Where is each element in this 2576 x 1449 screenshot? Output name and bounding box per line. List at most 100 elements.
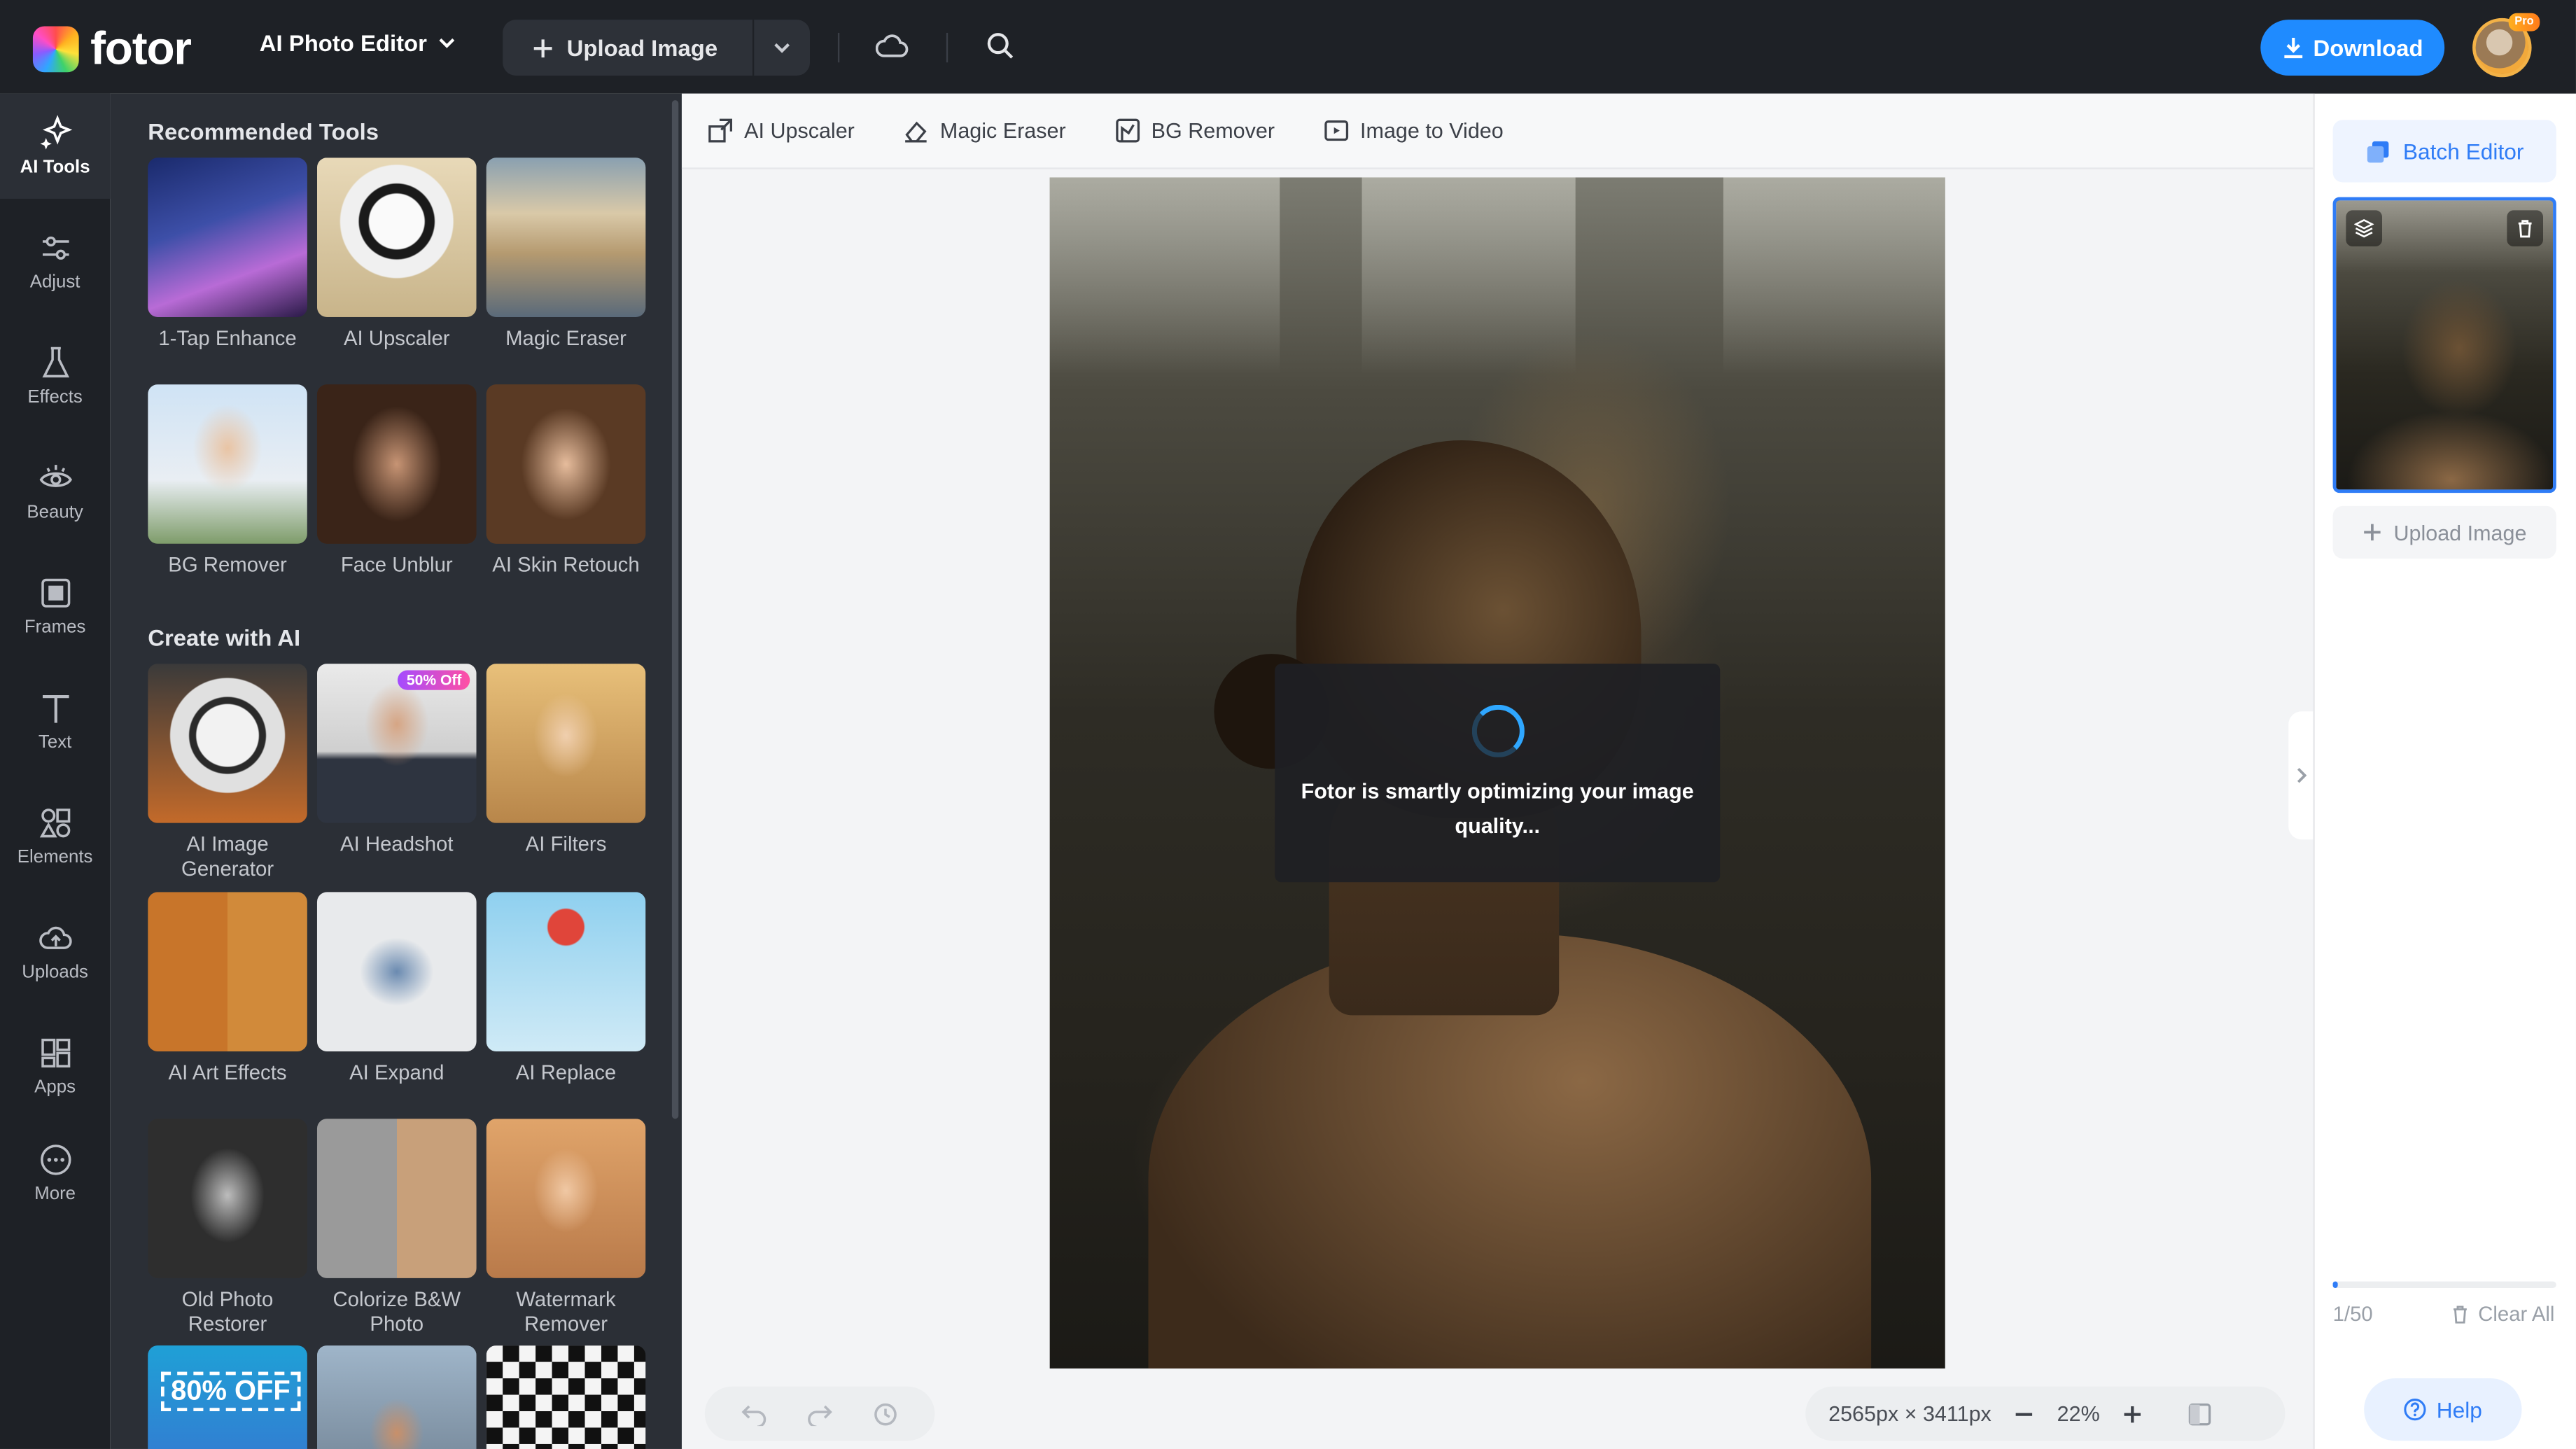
- rail-label: Apps: [34, 1077, 76, 1098]
- tool-thumbnail: 80% OFF: [148, 1345, 307, 1449]
- rail-label: AI Tools: [20, 158, 90, 178]
- trash-icon: [2454, 1306, 2468, 1324]
- tool-promo-card[interactable]: 80% OFF: [148, 1345, 307, 1449]
- rail-item-adjust[interactable]: Adjust: [0, 209, 110, 314]
- history-icon[interactable]: [872, 1401, 899, 1427]
- photo-window-light: [1362, 177, 1576, 375]
- upload-image-label: Upload Image: [566, 34, 718, 61]
- rail-item-uploads[interactable]: Uploads: [0, 899, 110, 1004]
- tool-magic-eraser[interactable]: Magic Eraser: [486, 158, 646, 351]
- right-panel-toggle[interactable]: [2288, 711, 2314, 840]
- compare-icon[interactable]: [2189, 1402, 2212, 1425]
- rail-label: Uploads: [22, 962, 88, 983]
- flask-icon: [41, 346, 69, 378]
- toolbar-magic-eraser[interactable]: Magic Eraser: [904, 118, 1066, 143]
- rail-label: Adjust: [29, 272, 80, 293]
- tool-thumbnail: [148, 158, 307, 317]
- apps-icon: [41, 1038, 70, 1068]
- tool-ai-replace[interactable]: AI Replace: [486, 892, 646, 1086]
- tool-thumbnail: [316, 158, 477, 317]
- help-button[interactable]: Help: [2364, 1378, 2522, 1441]
- ai-photo-editor-menu[interactable]: AI Photo Editor: [260, 29, 456, 56]
- zoom-level[interactable]: 22%: [2057, 1401, 2100, 1426]
- toolbar-ai-upscaler[interactable]: AI Upscaler: [708, 118, 855, 143]
- tool-ai-filters[interactable]: AI Filters: [486, 664, 646, 858]
- tool-thumbnail: [148, 1119, 307, 1278]
- rail-item-effects[interactable]: Effects: [0, 323, 110, 428]
- tool-label: Colorize B&W Photo: [332, 1287, 461, 1336]
- tool-thumbnail: 50% Off: [316, 664, 477, 823]
- rail-item-more[interactable]: More: [0, 1121, 110, 1226]
- tool-label: AI Upscaler: [343, 327, 450, 350]
- tool-ai-upscaler[interactable]: AI Upscaler: [316, 158, 477, 351]
- upload-image-button[interactable]: Upload Image: [503, 20, 752, 76]
- download-button[interactable]: Download: [2260, 20, 2445, 76]
- tool-ai-art-effects[interactable]: AI Art Effects: [148, 892, 307, 1086]
- upload-options-dropdown[interactable]: [754, 20, 810, 76]
- tool-label: AI Art Effects: [168, 1061, 287, 1084]
- zoom-out-icon[interactable]: [2015, 1404, 2034, 1423]
- tool-old-photo-restorer[interactable]: Old Photo Restorer: [148, 1119, 307, 1337]
- canvas-area: AI Upscaler Magic Eraser BG Remover Imag…: [681, 93, 2314, 1449]
- search-icon[interactable]: [981, 27, 1020, 66]
- layers-icon[interactable]: [2346, 210, 2383, 247]
- tool-ai-image-generator[interactable]: AI Image Generator: [148, 664, 307, 882]
- panel-scrollbar[interactable]: [671, 100, 679, 1119]
- fotor-logo[interactable]: fotor: [32, 22, 192, 76]
- section-title-recommended: Recommended Tools: [148, 118, 379, 145]
- clear-all-button[interactable]: Clear All: [2452, 1303, 2555, 1326]
- tool-label: Face Unblur: [340, 553, 453, 577]
- batch-editor-icon: [2367, 140, 2388, 162]
- tool-label: Magic Eraser: [505, 327, 626, 350]
- tool-thumbnail: [486, 892, 646, 1052]
- tool-watermark-remover[interactable]: Watermark Remover: [486, 1119, 646, 1337]
- add-image-label: Upload Image: [2393, 519, 2527, 545]
- tool-colorize-bw-photo[interactable]: Colorize B&W Photo: [316, 1119, 477, 1337]
- tool-ai-skin-retouch[interactable]: AI Skin Retouch: [486, 384, 646, 578]
- toolbar-image-to-video[interactable]: Image to Video: [1324, 118, 1504, 143]
- tool-ai-expand[interactable]: AI Expand: [316, 892, 477, 1086]
- tool-one-tap-enhance[interactable]: 1-Tap Enhance: [148, 158, 307, 351]
- clear-all-label: Clear All: [2478, 1303, 2555, 1326]
- discount-badge: 50% Off: [398, 670, 470, 690]
- image-thumbnail[interactable]: [2332, 197, 2556, 493]
- redo-icon[interactable]: [806, 1402, 833, 1425]
- undo-icon[interactable]: [741, 1402, 767, 1425]
- cloud-save-icon[interactable]: [872, 27, 911, 66]
- tool-portrait-card[interactable]: [316, 1345, 477, 1449]
- loading-overlay: Fotor is smartly optimizing your image q…: [1275, 664, 1721, 883]
- toolbar-label: BG Remover: [1151, 118, 1275, 144]
- batch-editor-button[interactable]: Batch Editor: [2332, 120, 2556, 183]
- image-count: 1/50: [2332, 1303, 2373, 1326]
- upload-image-group: Upload Image: [503, 20, 811, 76]
- rail-item-frames[interactable]: Frames: [0, 554, 110, 659]
- rail-label: Beauty: [27, 503, 83, 523]
- help-label: Help: [2436, 1397, 2482, 1422]
- top-bar: fotor AI Photo Editor Upload Image Downl…: [0, 0, 2576, 94]
- spinner-icon: [1471, 704, 1524, 757]
- tool-face-unblur[interactable]: Face Unblur: [316, 384, 477, 578]
- chevron-down-icon: [774, 43, 790, 53]
- tool-thumbnail: [148, 664, 307, 823]
- tool-ai-headshot[interactable]: 50% Off AI Headshot: [316, 664, 477, 858]
- plus-icon: [2364, 524, 2381, 541]
- tool-label: Watermark Remover: [516, 1287, 616, 1336]
- text-icon: [41, 694, 69, 723]
- toolbar-bg-remover[interactable]: BG Remover: [1115, 118, 1275, 143]
- rail-item-beauty[interactable]: Beauty: [0, 439, 110, 544]
- rail-item-elements[interactable]: Elements: [0, 783, 110, 888]
- rail-item-text[interactable]: Text: [0, 668, 110, 774]
- photo-window-light: [1049, 177, 1280, 375]
- logo-text: fotor: [90, 22, 192, 74]
- rail-item-ai-tools[interactable]: AI Tools: [0, 93, 111, 199]
- chevron-right-icon: [2296, 768, 2306, 783]
- tool-race-card[interactable]: [486, 1345, 646, 1449]
- shapes-icon: [38, 808, 70, 838]
- tool-bg-remover[interactable]: BG Remover: [148, 384, 307, 578]
- tool-label: AI Replace: [515, 1061, 617, 1084]
- trash-icon[interactable]: [2507, 210, 2544, 247]
- sparkle-icon: [39, 115, 72, 150]
- rail-item-apps[interactable]: Apps: [0, 1014, 110, 1119]
- zoom-in-icon[interactable]: [2123, 1404, 2143, 1423]
- add-image-button[interactable]: Upload Image: [2332, 505, 2556, 559]
